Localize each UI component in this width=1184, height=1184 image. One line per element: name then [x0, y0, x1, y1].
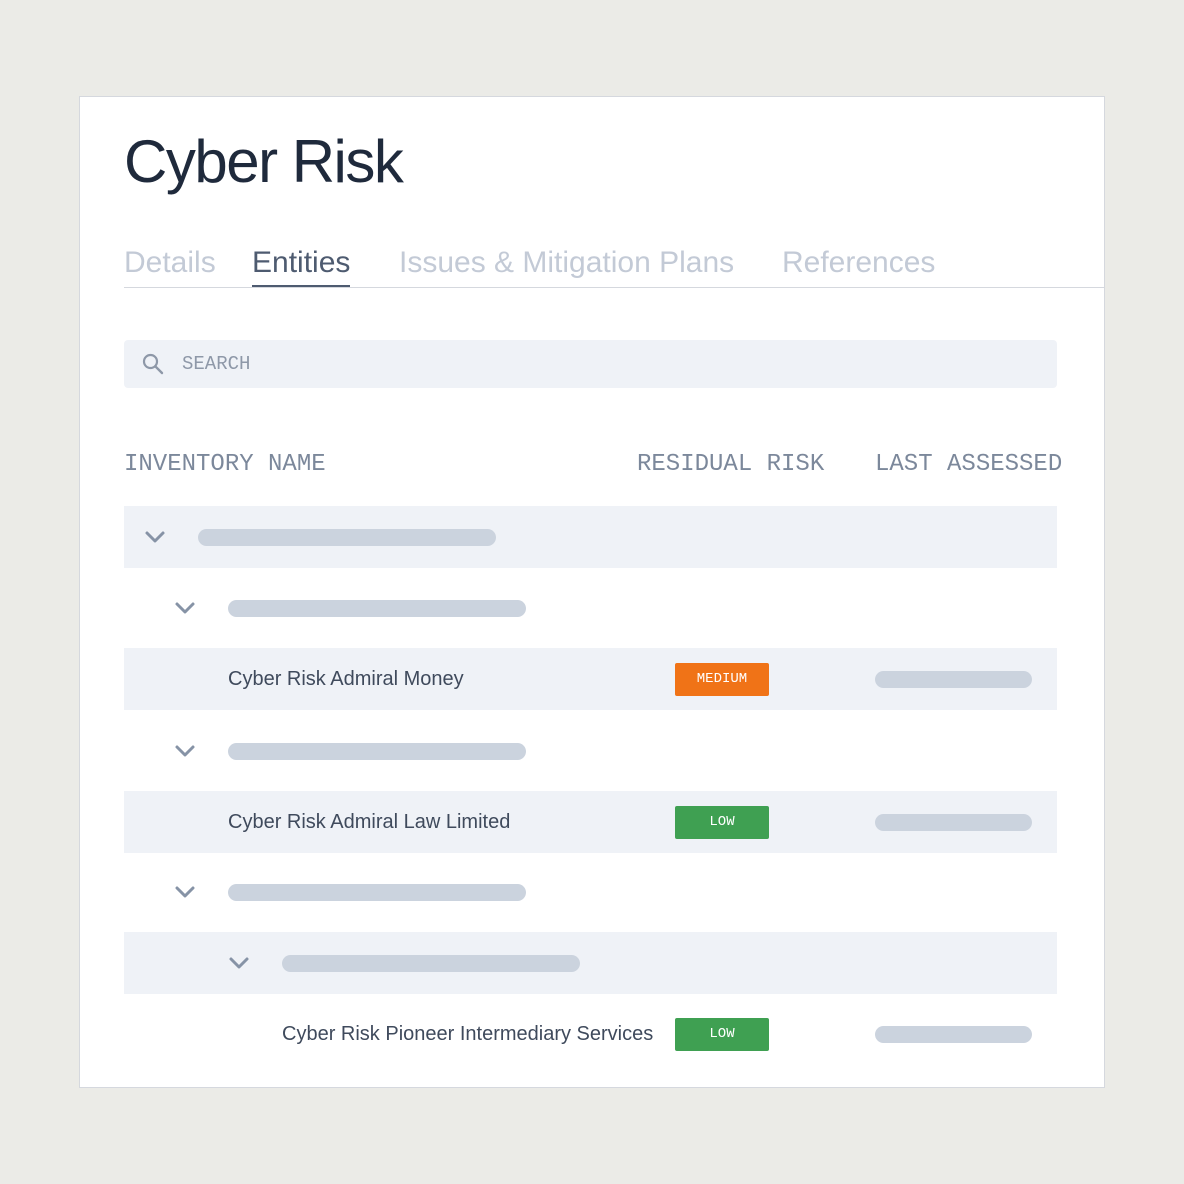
main-card: Cyber Risk Details Entities Issues & Mit…	[79, 96, 1105, 1088]
table-row-group[interactable]	[124, 932, 1057, 994]
entity-name[interactable]: Cyber Risk Admiral Money	[228, 668, 464, 691]
table-row-entity[interactable]: Cyber Risk Admiral Money MEDIUM	[124, 648, 1057, 710]
table-row-group[interactable]	[124, 861, 1057, 923]
risk-badge-low: LOW	[675, 1018, 769, 1051]
chevron-down-icon[interactable]	[174, 882, 196, 902]
tab-details[interactable]: Details	[124, 246, 216, 285]
chevron-down-icon[interactable]	[144, 527, 166, 547]
table-row-entity[interactable]: Cyber Risk Pioneer Intermediary Services…	[124, 1003, 1057, 1065]
column-header-residual-risk[interactable]: RESIDUAL RISK	[637, 451, 824, 478]
risk-badge-medium: MEDIUM	[675, 663, 769, 696]
group-name-placeholder	[228, 600, 526, 617]
chevron-down-icon[interactable]	[228, 953, 250, 973]
page-title: Cyber Risk	[124, 128, 404, 195]
table-row-group[interactable]	[124, 506, 1057, 568]
chevron-down-icon[interactable]	[174, 598, 196, 618]
tabs-divider	[124, 287, 1104, 288]
search-input[interactable]	[182, 340, 1042, 388]
tab-references[interactable]: References	[782, 246, 935, 285]
last-assessed-placeholder	[875, 671, 1032, 688]
entity-name[interactable]: Cyber Risk Pioneer Intermediary Services	[282, 1023, 653, 1046]
tab-entities[interactable]: Entities	[252, 246, 351, 287]
group-name-placeholder	[198, 529, 496, 546]
tab-issues-mitigation-plans[interactable]: Issues & Mitigation Plans	[399, 246, 734, 285]
search-icon	[142, 353, 164, 375]
group-name-placeholder	[282, 955, 580, 972]
search-bar[interactable]	[124, 340, 1057, 388]
table-row-entity[interactable]: Cyber Risk Admiral Law Limited LOW	[124, 791, 1057, 853]
last-assessed-placeholder	[875, 1026, 1032, 1043]
last-assessed-placeholder	[875, 814, 1032, 831]
group-name-placeholder	[228, 884, 526, 901]
column-header-inventory-name[interactable]: INVENTORY NAME	[124, 451, 326, 478]
chevron-down-icon[interactable]	[174, 741, 196, 761]
table-row-group[interactable]	[124, 720, 1057, 782]
risk-badge-low: LOW	[675, 806, 769, 839]
group-name-placeholder	[228, 743, 526, 760]
table-row-group[interactable]	[124, 577, 1057, 639]
column-header-last-assessed[interactable]: LAST ASSESSED	[875, 451, 1062, 478]
entity-name[interactable]: Cyber Risk Admiral Law Limited	[228, 811, 510, 834]
